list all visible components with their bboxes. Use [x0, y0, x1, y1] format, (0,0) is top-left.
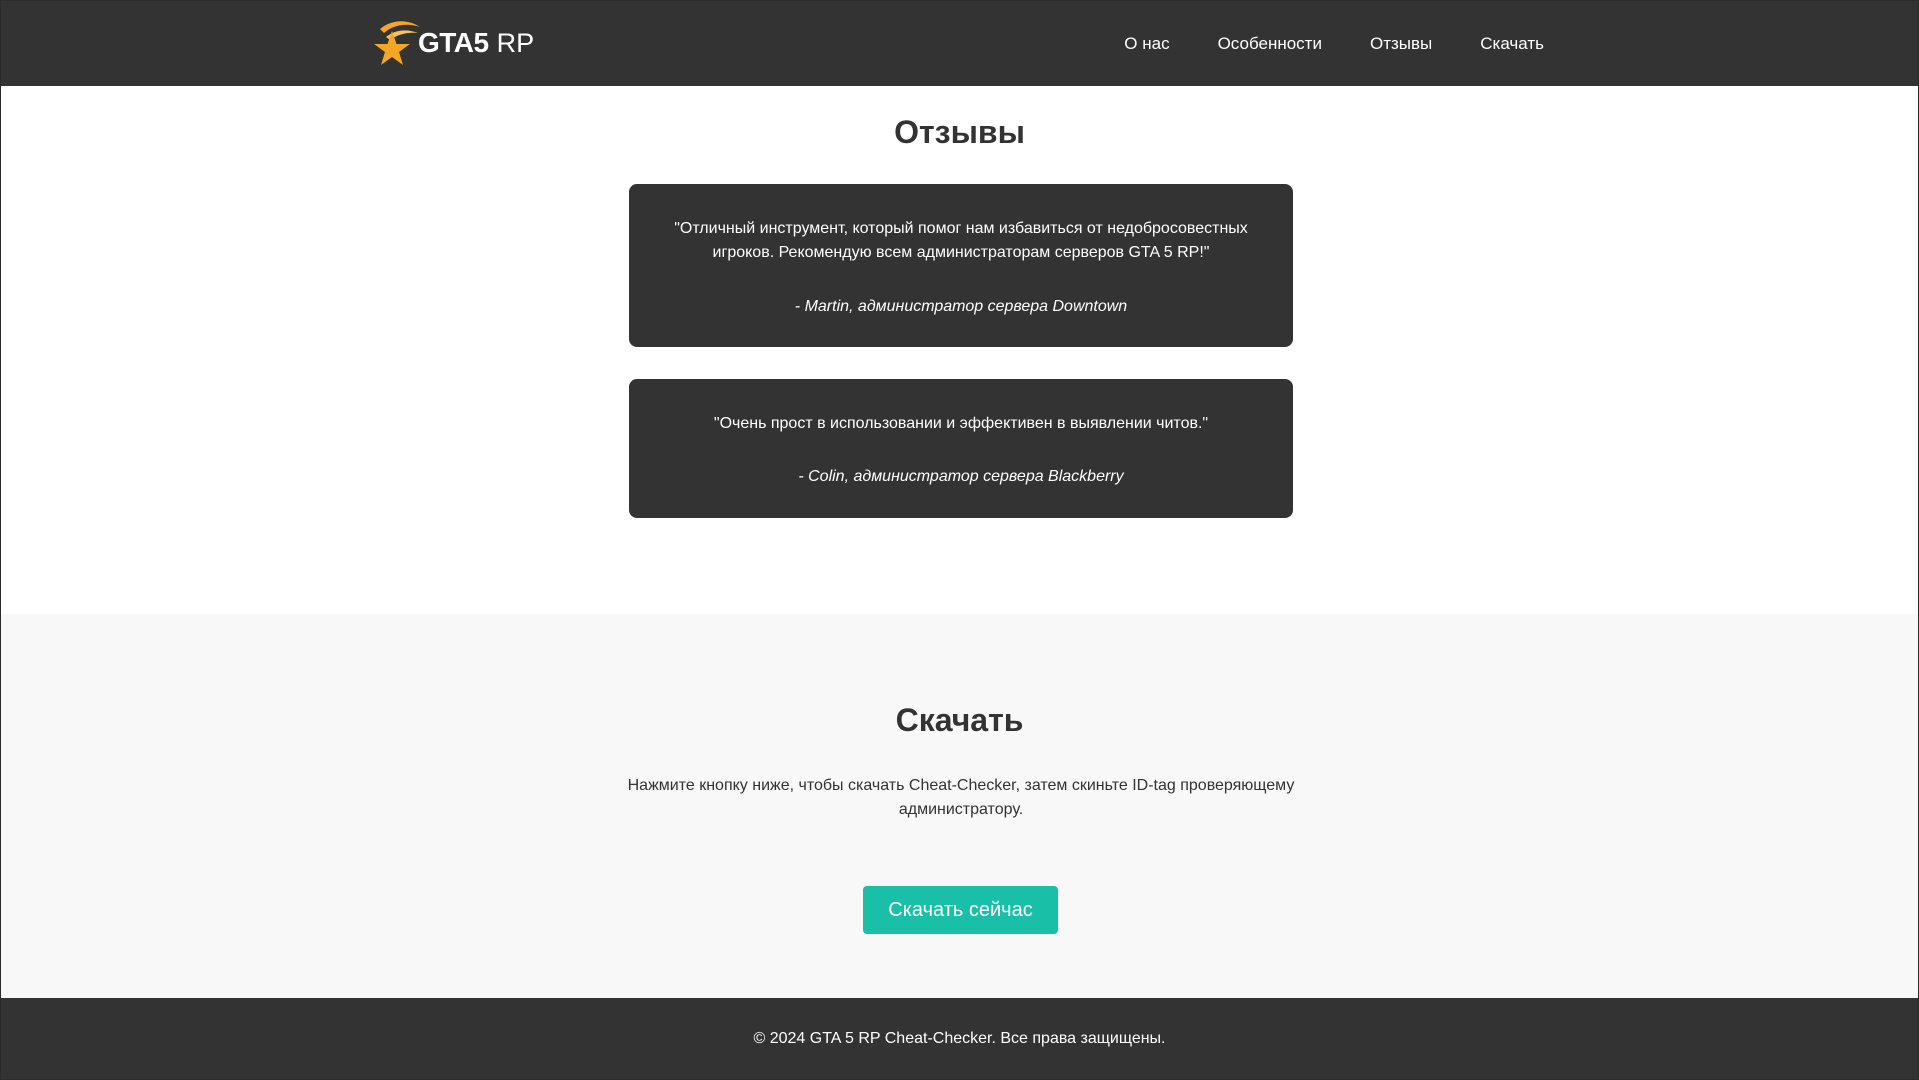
logo-text: GTA5 RP: [418, 27, 534, 59]
logo-text-rp: RP: [496, 28, 535, 58]
site-logo[interactable]: GTA5 RP: [374, 15, 534, 71]
nav-link-download[interactable]: Скачать: [1480, 34, 1544, 54]
page: GTA5 RP О нас Особенности Отзывы Скачать…: [0, 0, 1919, 1080]
reviews-title: Отзывы: [894, 114, 1025, 150]
nav-link-about[interactable]: О нас: [1124, 34, 1169, 54]
top-navbar: GTA5 RP О нас Особенности Отзывы Скачать: [1, 1, 1918, 86]
footer-copyright: © 2024 GTA 5 RP Cheat-Checker. Все права…: [753, 1029, 1166, 1047]
download-description: Нажмите кнопку ниже, чтобы скачать Cheat…: [627, 777, 1295, 818]
star-logo-icon: [374, 21, 420, 65]
review-quote: "Очень прост в использовании и эффективе…: [713, 415, 1209, 432]
review-author: - Colin, администратор сервера Blackberr…: [798, 468, 1124, 485]
review-card: "Отличный инструмент, который помог нам …: [629, 184, 1293, 347]
main-nav: О нас Особенности Отзывы Скачать: [1124, 1, 1544, 86]
nav-link-reviews[interactable]: Отзывы: [1370, 34, 1432, 54]
download-section: Скачать Нажмите кнопку ниже, чтобы скача…: [1, 614, 1918, 998]
review-card: "Очень прост в использовании и эффективе…: [629, 379, 1293, 518]
footer: © 2024 GTA 5 RP Cheat-Checker. Все права…: [1, 998, 1918, 1079]
nav-link-features[interactable]: Особенности: [1218, 34, 1322, 54]
download-title: Скачать: [895, 702, 1024, 738]
logo-text-bold: GTA5: [418, 27, 489, 58]
review-author: - Martin, администратор сервера Downtown: [794, 298, 1128, 315]
review-quote: "Отличный инструмент, который помог нам …: [674, 220, 1248, 261]
download-now-button[interactable]: Скачать сейчас: [863, 886, 1058, 934]
reviews-section: Отзывы "Отличный инструмент, который пом…: [1, 86, 1918, 614]
